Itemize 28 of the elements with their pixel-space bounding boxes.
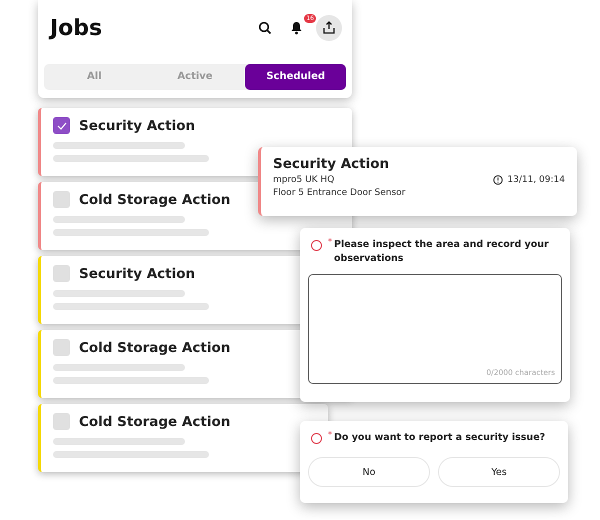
job-checkbox[interactable] — [53, 265, 70, 282]
check-icon — [56, 122, 66, 130]
job-title: Cold Storage Action — [79, 414, 230, 430]
answer-option[interactable]: No — [308, 457, 430, 487]
due-time: 13/11, 09:14 — [507, 175, 565, 185]
job-checkbox[interactable] — [53, 117, 70, 134]
job-title: Security Action — [79, 266, 196, 282]
upload-icon — [322, 21, 336, 35]
job-checkbox[interactable] — [53, 191, 70, 208]
job-title: Cold Storage Action — [79, 340, 230, 356]
job-title: Cold Storage Action — [79, 192, 230, 208]
status-ring-icon — [311, 240, 322, 251]
search-icon — [258, 21, 272, 35]
clock-alert-icon — [493, 175, 504, 185]
required-mark: * — [328, 431, 332, 439]
answer-option[interactable]: Yes — [438, 457, 560, 487]
job-checkbox[interactable] — [53, 339, 70, 356]
upload-button[interactable] — [316, 15, 342, 41]
page-title: Jobs — [50, 16, 104, 40]
job-card[interactable]: Cold Storage Action — [38, 404, 328, 472]
question-prompt: Do you want to report a security issue? — [334, 431, 546, 445]
site-name: mpro5 UK HQ — [273, 175, 334, 185]
required-mark: * — [328, 238, 332, 246]
job-checkbox[interactable] — [53, 413, 70, 430]
filter-tab[interactable]: Scheduled — [245, 64, 346, 90]
bell-icon — [290, 21, 303, 35]
job-title: Security Action — [79, 118, 196, 134]
status-ring-icon — [311, 433, 322, 444]
